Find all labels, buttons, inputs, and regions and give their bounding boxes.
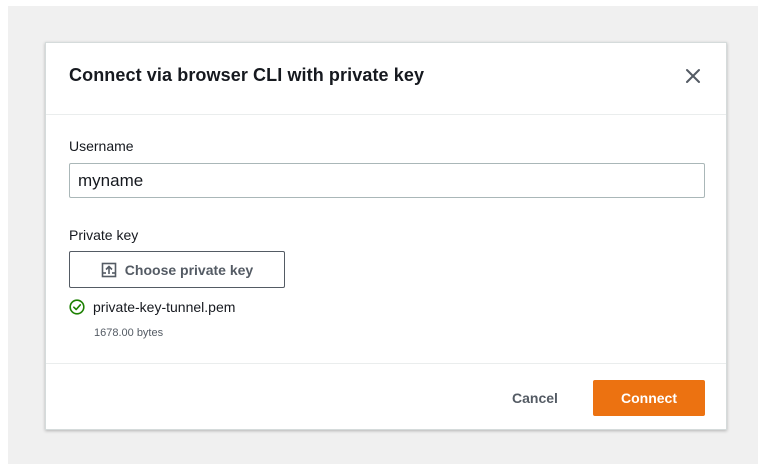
- connect-button[interactable]: Connect: [593, 380, 705, 416]
- connect-dialog: Connect via browser CLI with private key…: [45, 42, 727, 430]
- selected-file: private-key-tunnel.pem: [69, 299, 235, 315]
- file-name: private-key-tunnel.pem: [93, 299, 236, 315]
- choose-private-key-button[interactable]: Choose private key: [69, 251, 285, 288]
- close-icon: [686, 69, 700, 83]
- close-button[interactable]: [682, 65, 704, 87]
- choose-private-key-label: Choose private key: [124, 261, 254, 278]
- username-input[interactable]: [69, 163, 705, 198]
- username-label: Username: [69, 138, 134, 154]
- upload-icon: [101, 262, 117, 277]
- dialog-footer: Cancel Connect: [46, 363, 726, 430]
- dialog-header: Connect via browser CLI with private key: [46, 43, 726, 115]
- dialog-title: Connect via browser CLI with private key: [69, 65, 425, 85]
- check-circle-icon: [69, 299, 85, 315]
- cancel-button[interactable]: Cancel: [496, 380, 574, 416]
- file-size: 1678.00 bytes: [94, 327, 164, 339]
- private-key-label: Private key: [69, 227, 139, 243]
